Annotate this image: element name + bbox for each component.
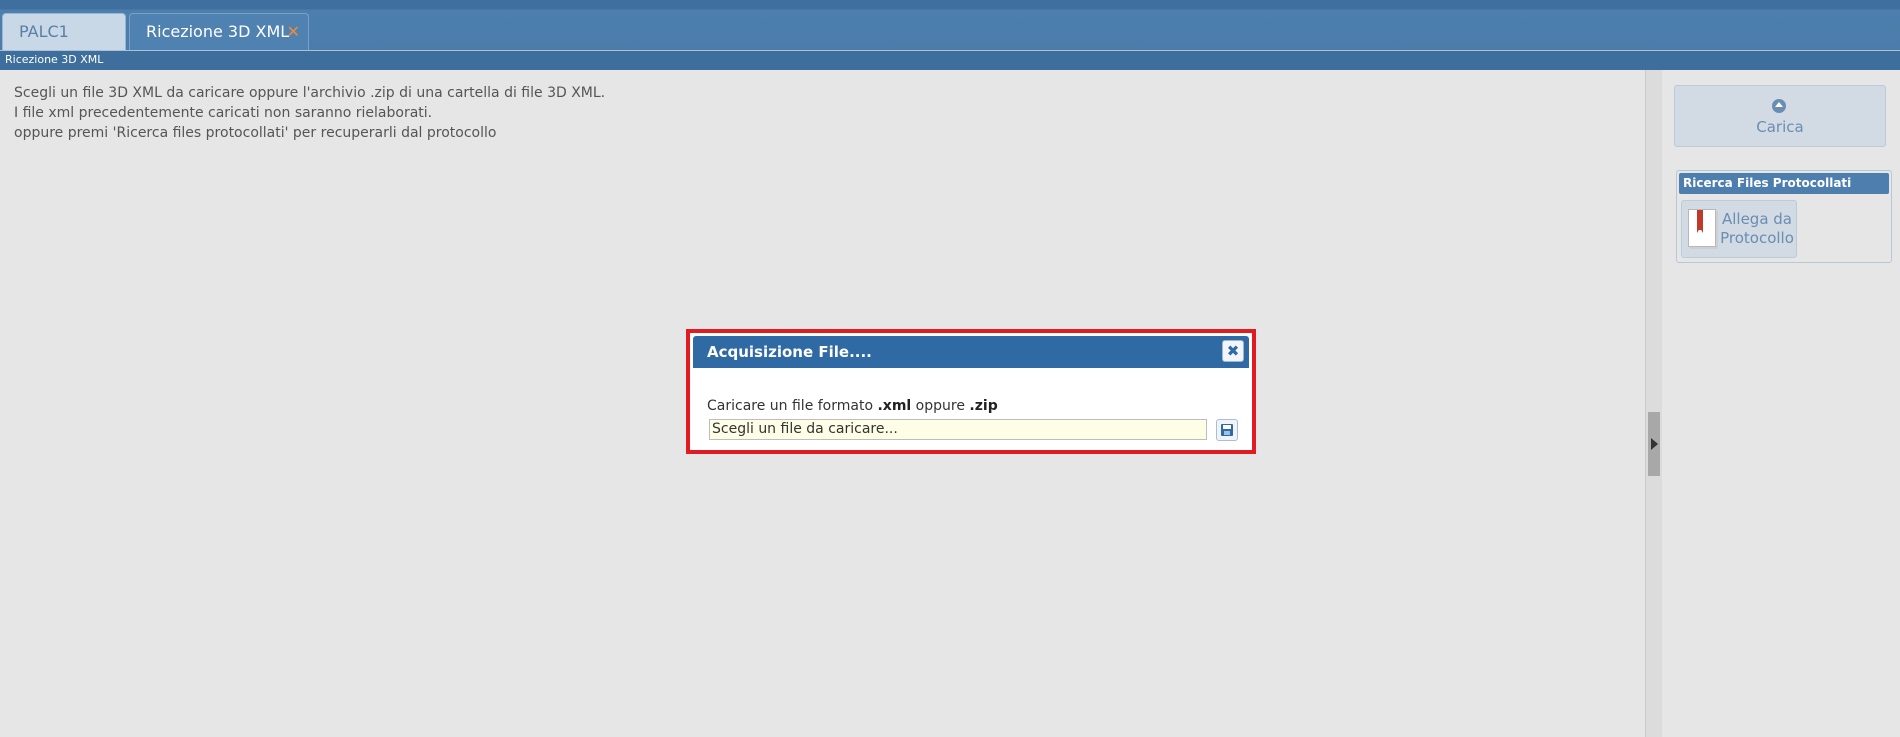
tab-palc1-home[interactable]: PALC1 Home [2, 13, 126, 77]
tab-bar: PALC1 Home Ricezione 3D XML ✕ [0, 0, 1900, 77]
dialog-close-button[interactable]: ✖ [1222, 340, 1244, 362]
floppy-disk-icon [1221, 424, 1233, 436]
carica-button[interactable]: Carica [1674, 85, 1886, 147]
allega-da-protocollo-button[interactable]: Allega da Protocollo [1681, 200, 1797, 258]
save-button[interactable] [1216, 419, 1238, 441]
dialog-text: Caricare un file formato [707, 398, 878, 414]
close-icon: ✖ [1226, 342, 1240, 360]
instruction-line: I file xml precedentemente caricati non … [14, 105, 433, 121]
book-bookmark-icon [1688, 209, 1716, 247]
instruction-line: oppure premi 'Ricerca files protocollati… [14, 125, 497, 141]
chevron-up-circle-icon [1772, 99, 1786, 113]
tab-ricezione-3d-xml[interactable]: Ricezione 3D XML ✕ [129, 13, 309, 50]
dialog-title: Acquisizione File.... [707, 343, 872, 361]
dialog-titlebar[interactable]: Acquisizione File.... ✖ [693, 336, 1249, 368]
instructions: Scegli un file 3D XML da caricare oppure… [14, 83, 605, 143]
close-icon[interactable]: ✕ [287, 14, 300, 50]
acquisizione-file-dialog: Acquisizione File.... ✖ Caricare un file… [686, 329, 1256, 454]
file-input[interactable]: Scegli un file da caricare... [709, 419, 1207, 440]
splitter-handle[interactable] [1648, 412, 1660, 476]
dialog-message: Caricare un file formato .xml oppure .zi… [707, 398, 998, 414]
instruction-line: Scegli un file 3D XML da caricare oppure… [14, 85, 606, 101]
carica-label: Carica [1756, 118, 1804, 136]
tab-label: Ricezione 3D XML [146, 22, 290, 41]
right-panel: Carica Ricerca Files Protocollati Allega… [1662, 70, 1900, 737]
ricerca-files-group: Ricerca Files Protocollati Allega da Pro… [1676, 170, 1892, 263]
panel-splitter[interactable] [1645, 70, 1663, 737]
dialog-text: oppure [911, 398, 970, 414]
allega-label: Allega da Protocollo [1718, 210, 1796, 248]
zip-extension: .zip [969, 398, 998, 414]
allega-label-line: Allega da [1721, 210, 1793, 228]
allega-label-line: Protocollo [1720, 229, 1794, 247]
ricerca-header: Ricerca Files Protocollati [1679, 173, 1889, 194]
xml-extension: .xml [877, 398, 912, 414]
chevron-right-icon [1651, 438, 1658, 450]
breadcrumb-bar: Ricezione 3D XML [0, 50, 1900, 70]
breadcrumb: Ricezione 3D XML [5, 53, 104, 66]
